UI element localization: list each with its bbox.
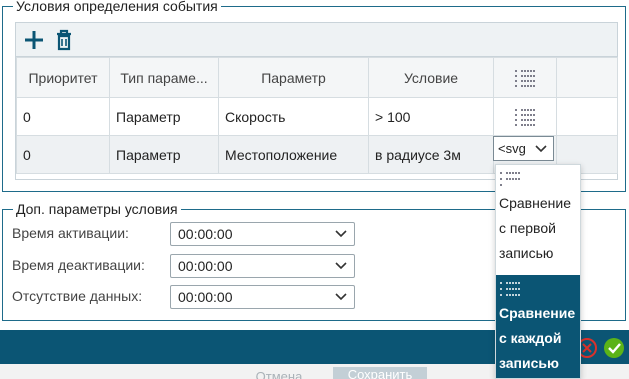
save-button[interactable]: Сохранить [333,367,427,379]
check-icon[interactable] [603,337,625,359]
table-row[interactable]: 0 Параметр Скорость > 100 [16,97,618,136]
cell-priority: 0 [16,97,110,136]
conditions-grid: Приоритет Тип параме... Параметр Условие… [15,22,618,180]
cell-condition: в радиусе 3м [368,135,494,174]
list-mode-icon [515,69,535,87]
option-compare-first[interactable]: Сравнение с первой записью [496,165,580,275]
activation-time-label: Время активации: [12,225,129,241]
cell-compare[interactable] [493,97,557,136]
no-data-value: 00:00:00 [178,289,233,305]
table-header-row: Приоритет Тип параме... Параметр Условие [16,57,618,98]
cell-empty [556,97,618,136]
cell-param: Местоположение [218,135,369,174]
cancel-button[interactable]: Отмена [248,369,310,379]
column-header-param-type[interactable]: Тип параме... [109,57,219,98]
compare-mode-dropdown: Сравнение с первой записью Сравнение с к… [495,164,581,379]
chevron-down-icon [535,145,547,153]
list-mode-icon [500,282,520,296]
cell-type: Параметр [109,135,219,174]
cell-param: Скорость [218,97,369,136]
column-header-priority[interactable]: Приоритет [16,57,110,98]
column-header-compare[interactable] [493,57,557,98]
chevron-down-icon [335,230,347,238]
option-label: Сравнение с первой записью [499,195,571,261]
cell-condition: > 100 [368,97,494,136]
trash-icon[interactable] [52,28,76,52]
compare-mode-value: <svg [498,141,526,156]
extra-params-legend: Доп. параметры условия [13,201,181,217]
no-data-label: Отсутствие данных: [12,288,143,304]
column-header-condition[interactable]: Условие [368,57,494,98]
deactivation-time-value: 00:00:00 [178,258,233,274]
chevron-down-icon [335,262,347,270]
compare-mode-select[interactable]: <svg [493,136,554,161]
option-label: Сравнение с каждой записью [499,305,576,371]
deactivation-time-select[interactable]: 00:00:00 [170,254,355,278]
column-header-empty [556,57,618,98]
cell-type: Параметр [109,97,219,136]
plus-icon[interactable] [22,28,46,52]
activation-time-select[interactable]: 00:00:00 [170,222,355,246]
column-header-param[interactable]: Параметр [218,57,369,98]
activation-time-value: 00:00:00 [178,226,233,242]
deactivation-time-label: Время деактивации: [12,257,145,273]
no-data-select[interactable]: 00:00:00 [170,285,355,309]
chevron-down-icon [335,293,347,301]
conditions-legend: Условия определения события [13,0,221,14]
option-compare-each[interactable]: Сравнение с каждой записью [496,275,580,378]
cell-priority: 0 [16,135,110,174]
list-mode-icon [515,108,535,126]
grid-toolbar [16,23,617,57]
list-mode-icon [500,172,520,186]
